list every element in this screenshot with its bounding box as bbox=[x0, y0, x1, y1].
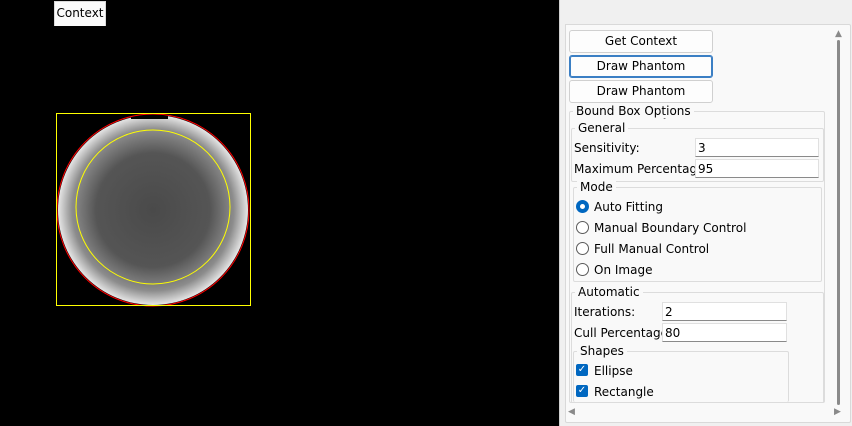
ellipse-label[interactable]: Ellipse bbox=[594, 363, 633, 379]
rectangle-checkbox[interactable]: ✓ bbox=[576, 385, 588, 397]
manual-boundary-control-radio[interactable] bbox=[576, 221, 589, 234]
draw-phantom-boundbox-button[interactable]: Draw Phantom Boundbox bbox=[569, 55, 713, 94]
mode-title: Mode bbox=[577, 180, 616, 194]
full-manual-control-label[interactable]: Full Manual Control bbox=[594, 241, 709, 257]
sensitivity-field[interactable]: 3 bbox=[695, 138, 819, 157]
manual-boundary-control-label[interactable]: Manual Boundary Control bbox=[594, 220, 746, 236]
phantom-disc bbox=[58, 115, 248, 305]
auto-fitting-label[interactable]: Auto Fitting bbox=[594, 199, 663, 215]
scroll-right-arrow-icon[interactable]: ▶ bbox=[834, 407, 841, 417]
full-manual-control-radio[interactable] bbox=[576, 242, 589, 255]
bound-box-options-title: Bound Box Options bbox=[573, 104, 694, 118]
shapes-title: Shapes bbox=[577, 344, 627, 358]
cull-percentage-label: Cull Percentage: bbox=[574, 326, 673, 340]
iterations-field[interactable]: 2 bbox=[662, 302, 787, 321]
on-image-label[interactable]: On Image bbox=[594, 262, 652, 278]
cull-percentage-field[interactable]: 80 bbox=[662, 323, 787, 342]
ellipse-checkbox[interactable]: ✓ bbox=[576, 364, 588, 376]
automatic-title: Automatic bbox=[575, 285, 643, 299]
phantom-image bbox=[56, 113, 251, 307]
scroll-up-arrow-icon[interactable]: ▲ bbox=[835, 29, 842, 39]
on-image-radio[interactable] bbox=[576, 263, 589, 276]
tab-outputs[interactable]: Outputs bbox=[9, 5, 57, 27]
tab-context[interactable]: Context bbox=[54, 1, 106, 26]
horizontal-scrollbar[interactable] bbox=[565, 403, 846, 421]
sensitivity-label: Sensitivity: bbox=[574, 141, 640, 155]
get-context-button[interactable]: Get Context bbox=[569, 30, 713, 53]
general-title: General bbox=[575, 121, 629, 135]
max-percentage-field[interactable]: 95 bbox=[695, 159, 819, 178]
image-viewer[interactable] bbox=[0, 0, 559, 426]
scroll-left-arrow-icon[interactable]: ◀ bbox=[568, 407, 575, 417]
draw-phantom-boundary-button[interactable]: Draw Phantom Boundary bbox=[569, 80, 713, 119]
auto-fitting-radio[interactable] bbox=[576, 200, 589, 213]
iterations-label: Iterations: bbox=[574, 305, 636, 319]
vertical-scroll-thumb[interactable] bbox=[837, 40, 840, 405]
rectangle-label[interactable]: Rectangle bbox=[594, 384, 654, 400]
max-percentage-label: Maximum Percentage: bbox=[574, 162, 709, 176]
